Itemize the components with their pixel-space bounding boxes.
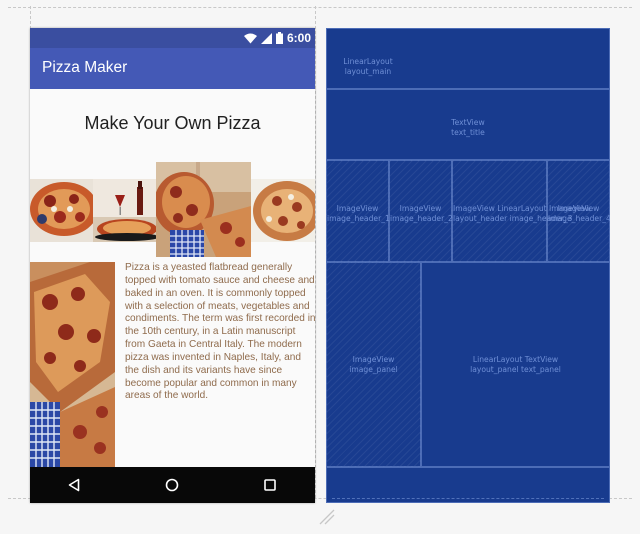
bp-image-header-1[interactable]: ImageView image_header_1 [326,160,390,262]
back-triangle-icon [68,478,80,492]
home-button[interactable] [152,467,192,503]
bp-image-header-1-label: ImageView image_header_1 [327,204,390,223]
recents-button[interactable] [250,467,290,503]
bp-image-panel-label: ImageView image_panel [349,355,398,374]
app-bar: Pizza Maker [30,48,315,89]
design-guide-right [315,6,316,498]
navigation-bar [30,467,315,503]
resize-handle-icon[interactable] [318,508,336,526]
wifi-icon [243,33,257,43]
bp-image-header-4-label: ImageView image_header_4 [548,204,610,223]
bp-layout-main[interactable]: LinearLayout layout_main [326,28,610,89]
app-title: Pizza Maker [42,59,128,76]
status-icons: 6:00 [243,30,311,46]
image-header-4 [251,179,315,242]
recents-square-icon [264,479,276,491]
signal-icon [260,32,272,44]
back-button[interactable] [54,467,94,503]
bp-image-header-2-label: ImageView image_header_2 [390,204,453,223]
bp-layout-panel-label: LinearLayout TextView layout_panel text_… [470,355,561,374]
bp-text-title-label: TextView text_title [451,118,485,137]
bp-layout-panel[interactable]: LinearLayout TextView layout_panel text_… [421,262,610,467]
image-header-2 [93,179,156,242]
bp-layout-header[interactable]: ImageView LinearLayout ImageView layout_… [452,160,591,262]
panel-text: Pizza is a yeasted flatbread generally t… [125,262,315,402]
status-time: 6:00 [286,31,311,45]
bp-text-title[interactable]: TextView text_title [326,89,610,160]
design-guide-top [8,7,632,8]
bp-image-header-4[interactable]: ImageView image_header_4 [547,160,610,262]
bp-bottom-guide [332,498,604,499]
home-circle-icon [165,478,179,492]
page-title: Make Your Own Pizza [84,113,261,133]
bp-layout-main-label: LinearLayout layout_main [343,57,393,76]
device-preview[interactable]: 6:00 Pizza Maker Make Your Own Pizza Piz… [30,28,315,503]
status-bar: 6:00 [30,28,315,48]
image-header-3 [156,162,251,257]
image-header-1 [30,179,93,242]
bp-layout-header-label: ImageView LinearLayout ImageView layout_… [453,204,591,223]
bp-image-header-2[interactable]: ImageView image_header_2 [389,160,453,262]
bp-image-panel[interactable]: ImageView image_panel [326,262,421,467]
image-panel [30,262,115,467]
blueprint-preview[interactable]: LinearLayout layout_main TextView text_t… [326,28,610,503]
battery-icon [275,32,283,44]
